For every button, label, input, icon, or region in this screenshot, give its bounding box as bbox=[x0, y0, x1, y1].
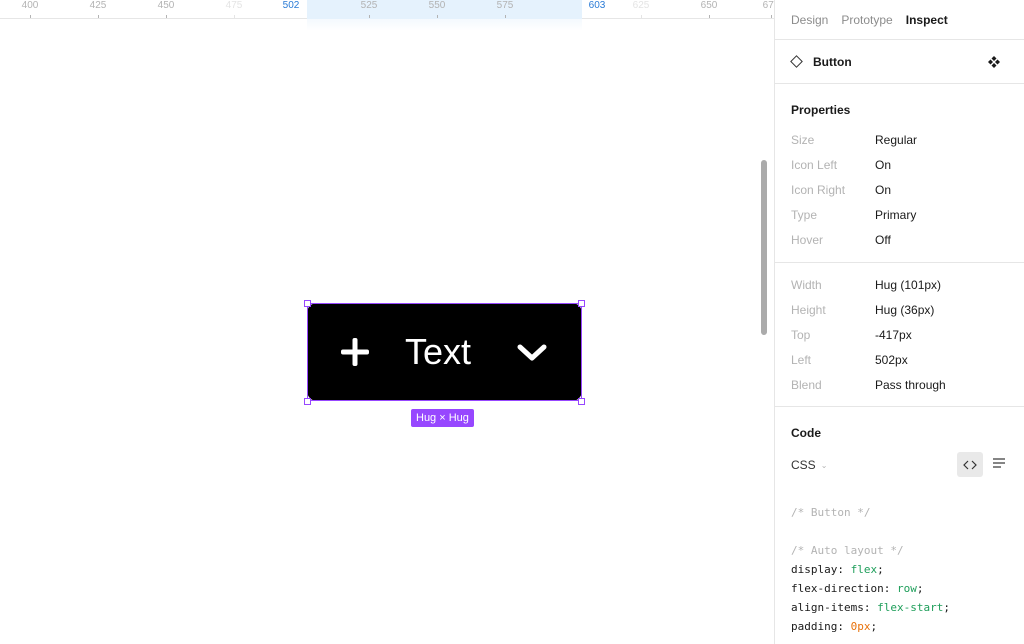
ruler-tick-mark bbox=[234, 15, 235, 18]
horizontal-ruler: 400 425 450 475 502 525 550 575 603 625 650 675 bbox=[0, 0, 774, 19]
properties-title: Properties bbox=[791, 103, 851, 117]
property-row: Icon Right On bbox=[791, 177, 1008, 202]
ruler-tick-label: 425 bbox=[89, 0, 107, 11]
ruler-tick-label: 550 bbox=[428, 0, 446, 11]
ruler-tick-label: 450 bbox=[157, 0, 175, 11]
layout-label: Width bbox=[791, 277, 822, 292]
layout-row: Width Hug (101px) bbox=[791, 272, 1008, 297]
property-row: Size Regular bbox=[791, 127, 1008, 152]
property-value: Off bbox=[875, 232, 891, 247]
ruler-tick-mark bbox=[369, 15, 370, 18]
property-value: On bbox=[875, 157, 892, 172]
code-comment: /* Auto layout */ bbox=[791, 544, 904, 557]
layout-label: Height bbox=[791, 302, 826, 317]
code-line: padding: 0px; bbox=[791, 620, 878, 633]
ruler-tick-mark bbox=[505, 15, 506, 18]
property-value: Primary bbox=[875, 207, 917, 222]
layout-value: 502px bbox=[875, 352, 908, 367]
ruler-tick-mark bbox=[437, 15, 438, 18]
layout-label: Blend bbox=[791, 377, 822, 392]
properties-section: Properties Size Regular Icon Left On Icon … bbox=[775, 84, 1024, 263]
ruler-tick-label: 625 bbox=[632, 0, 650, 11]
property-label: Hover bbox=[791, 232, 824, 247]
code-line: display: flex; bbox=[791, 563, 884, 576]
property-row: Hover Off bbox=[791, 227, 1008, 252]
property-row: Type Primary bbox=[791, 202, 1008, 227]
language-select[interactable]: CSS ⌄ bbox=[791, 458, 827, 472]
canvas[interactable]: 400425450475502525550575603625650675 Tex… bbox=[0, 0, 774, 644]
resize-handle-top-right[interactable] bbox=[578, 300, 585, 307]
code-section: Code CSS ⌄ /* Button */ /* Auto layout *… bbox=[775, 407, 1024, 636]
code-header: CSS ⌄ bbox=[791, 450, 1008, 480]
resize-handle-bottom-right[interactable] bbox=[578, 398, 585, 405]
ruler-tick-label: 650 bbox=[700, 0, 718, 11]
component-name: Button bbox=[813, 54, 852, 69]
layout-label: Top bbox=[791, 327, 811, 342]
layout-row: Top -417px bbox=[791, 322, 1008, 347]
layout-section: Width Hug (101px) Height Hug (36px) Top -41… bbox=[775, 263, 1024, 407]
ruler-tick-mark bbox=[98, 15, 99, 18]
property-value: On bbox=[875, 182, 892, 197]
ruler-tick-label: 675 bbox=[762, 0, 774, 11]
text-wrap-icon[interactable] bbox=[992, 456, 1006, 470]
ruler-tick-label: 502 bbox=[282, 0, 300, 11]
tab-design[interactable]: Design bbox=[791, 13, 828, 27]
ruler-selection-shadow bbox=[307, 19, 582, 31]
tab-inspect[interactable]: Inspect bbox=[906, 13, 948, 27]
property-label: Size bbox=[791, 132, 815, 147]
tab-prototype[interactable]: Prototype bbox=[841, 13, 892, 27]
layout-value: Hug (36px) bbox=[875, 302, 935, 317]
code-line: flex-direction: row; bbox=[791, 582, 924, 595]
ruler-tick-mark bbox=[709, 15, 710, 18]
code-title: Code bbox=[791, 426, 821, 440]
layout-row: Blend Pass through bbox=[791, 372, 1008, 397]
ruler-tick-mark bbox=[30, 15, 31, 18]
component-header: Button bbox=[775, 40, 1024, 84]
inspect-panel: Design Prototype Inspect Button Properti… bbox=[774, 0, 1024, 644]
code-comment: /* Button */ bbox=[791, 506, 871, 519]
ruler-tick-mark bbox=[641, 15, 642, 18]
ruler-tick-label: 575 bbox=[496, 0, 514, 11]
layout-value: Hug (101px) bbox=[875, 277, 942, 292]
language-value: CSS bbox=[791, 458, 816, 472]
layout-label: Left bbox=[791, 352, 812, 367]
panel-tabs: Design Prototype Inspect bbox=[775, 0, 1024, 40]
layout-value: -417px bbox=[875, 327, 912, 342]
selection-frame bbox=[307, 303, 582, 401]
layout-value: Pass through bbox=[875, 377, 946, 392]
code-view-button[interactable] bbox=[957, 452, 983, 477]
code-brackets-icon bbox=[963, 460, 977, 469]
layout-row: Left 502px bbox=[791, 347, 1008, 372]
resize-handle-top-left[interactable] bbox=[304, 300, 311, 307]
property-row: Icon Left On bbox=[791, 152, 1008, 177]
chevron-down-icon: ⌄ bbox=[820, 460, 828, 470]
ruler-tick-label: 475 bbox=[225, 0, 243, 11]
property-label: Icon Left bbox=[791, 157, 838, 172]
layout-row: Height Hug (36px) bbox=[791, 297, 1008, 322]
code-block[interactable]: /* Button */ /* Auto layout */ display: … bbox=[791, 480, 1008, 636]
code-line: align-items: flex-start; bbox=[791, 601, 950, 614]
property-label: Type bbox=[791, 207, 818, 222]
ruler-tick-mark bbox=[166, 15, 167, 18]
property-value: Regular bbox=[875, 132, 918, 147]
vertical-scrollbar[interactable] bbox=[761, 160, 767, 335]
ruler-tick-label: 400 bbox=[21, 0, 39, 11]
ruler-tick-label: 603 bbox=[588, 0, 606, 11]
size-badge: Hug × Hug bbox=[411, 409, 474, 427]
ruler-tick-label: 525 bbox=[360, 0, 378, 11]
resize-handle-bottom-left[interactable] bbox=[304, 398, 311, 405]
property-label: Icon Right bbox=[791, 182, 846, 197]
component-diamond-icon bbox=[790, 55, 803, 68]
ruler-tick-mark bbox=[771, 15, 772, 18]
go-to-main-component-icon[interactable] bbox=[988, 56, 1000, 68]
